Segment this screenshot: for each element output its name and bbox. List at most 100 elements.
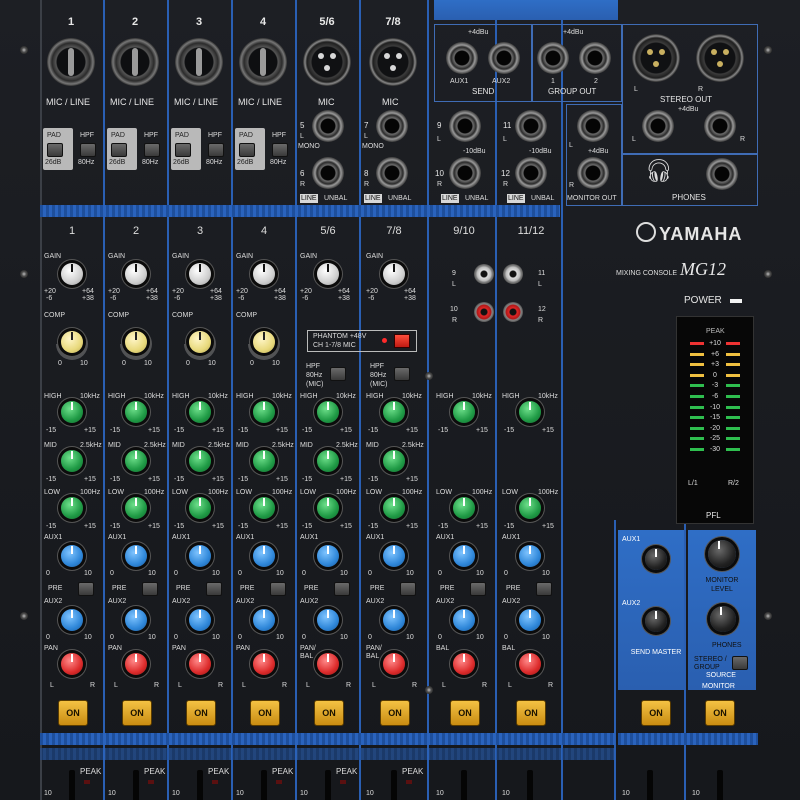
aux1-knob-1[interactable] [61,545,83,567]
low-eq-knob-3[interactable] [189,497,211,519]
aux2-knob-8[interactable] [519,609,541,631]
gain-knob-1[interactable] [61,263,83,285]
fader-slot-6[interactable] [391,770,397,800]
high-eq-knob-2[interactable] [125,401,147,423]
high-eq-knob-5[interactable] [317,401,339,423]
aux1-master-knob[interactable] [645,548,667,570]
phones-jack[interactable] [706,158,738,190]
low-eq-knob-4[interactable] [253,497,275,519]
monitor-level-knob[interactable] [708,540,736,568]
fader-slot-3[interactable] [197,770,203,800]
on-button-3[interactable]: ON [186,700,216,726]
gain-knob-6[interactable] [383,263,405,285]
aux1-knob-2[interactable] [125,545,147,567]
stereo-trs-l-jack[interactable] [642,110,674,142]
pre-button-8[interactable] [536,582,552,596]
combo-jack-2[interactable] [111,38,159,86]
mid-eq-knob-5[interactable] [317,450,339,472]
high-eq-knob-1[interactable] [61,401,83,423]
hpf-button-2[interactable] [144,143,160,157]
aux2-send-jack[interactable] [488,42,520,74]
line-jack-7[interactable] [376,110,408,142]
on-button-6[interactable]: ON [380,700,410,726]
aux1-knob-7[interactable] [453,545,475,567]
pre-button-4[interactable] [270,582,286,596]
aux2-master-knob[interactable] [645,610,667,632]
high-eq-knob-7[interactable] [453,401,475,423]
comp-knob-2[interactable] [125,331,147,353]
mid-eq-knob-3[interactable] [189,450,211,472]
combo-jack-3[interactable] [175,38,223,86]
hpf-button-1[interactable] [80,143,96,157]
on-button-7[interactable]: ON [450,700,480,726]
pan-knob-5[interactable] [317,653,339,675]
pad-button-3[interactable] [175,143,191,157]
hpf-mic-button-5-6[interactable] [330,367,346,381]
pan-knob-1[interactable] [61,653,83,675]
aux2-knob-2[interactable] [125,609,147,631]
pan-knob-7[interactable] [453,653,475,675]
pan-knob-3[interactable] [189,653,211,675]
low-eq-knob-5[interactable] [317,497,339,519]
aux-master-on-button[interactable]: ON [641,700,671,726]
rca-jack-10[interactable] [474,302,494,322]
high-eq-knob-6[interactable] [383,401,405,423]
aux2-knob-4[interactable] [253,609,275,631]
on-button-4[interactable]: ON [250,700,280,726]
line-jack-8[interactable] [376,157,408,189]
mid-eq-knob-4[interactable] [253,450,275,472]
mid-eq-knob-2[interactable] [125,450,147,472]
monitor-out-l-jack[interactable] [577,110,609,142]
low-eq-knob-6[interactable] [383,497,405,519]
line-jack-5[interactable] [312,110,344,142]
pan-knob-2[interactable] [125,653,147,675]
xlr-jack-5-6[interactable] [303,38,351,86]
pad-button-4[interactable] [239,143,255,157]
line-jack-11[interactable] [515,110,547,142]
aux1-knob-4[interactable] [253,545,275,567]
phones-level-knob[interactable] [710,606,736,632]
rca-jack-11[interactable] [503,264,523,284]
stereo-trs-r-jack[interactable] [704,110,736,142]
on-button-5[interactable]: ON [314,700,344,726]
mid-eq-knob-6[interactable] [383,450,405,472]
rca-jack-12[interactable] [503,302,523,322]
aux1-knob-6[interactable] [383,545,405,567]
line-jack-12[interactable] [515,157,547,189]
gain-knob-5[interactable] [317,263,339,285]
pre-button-6[interactable] [400,582,416,596]
stereo-out-l-jack[interactable] [632,34,680,82]
fader-slot-2[interactable] [133,770,139,800]
group-out-1-jack[interactable] [537,42,569,74]
hpf-mic-button-7-8[interactable] [394,367,410,381]
gain-knob-4[interactable] [253,263,275,285]
high-eq-knob-8[interactable] [519,401,541,423]
high-eq-knob-3[interactable] [189,401,211,423]
pan-knob-4[interactable] [253,653,275,675]
aux1-knob-8[interactable] [519,545,541,567]
aux1-knob-3[interactable] [189,545,211,567]
aux2-knob-1[interactable] [61,609,83,631]
line-jack-10[interactable] [449,157,481,189]
fader-slot-4[interactable] [261,770,267,800]
pad-button-2[interactable] [111,143,127,157]
pre-button-2[interactable] [142,582,158,596]
stereo-out-r-jack[interactable] [696,34,744,82]
aux2-knob-7[interactable] [453,609,475,631]
on-button-2[interactable]: ON [122,700,152,726]
fader-slot-1[interactable] [69,770,75,800]
fader-slot-10[interactable] [717,770,723,800]
monitor-on-button[interactable]: ON [705,700,735,726]
pre-button-3[interactable] [206,582,222,596]
gain-knob-2[interactable] [125,263,147,285]
fader-slot-5[interactable] [325,770,331,800]
phantom-button[interactable] [394,334,410,348]
combo-jack-4[interactable] [239,38,287,86]
aux1-knob-5[interactable] [317,545,339,567]
combo-jack-1[interactable] [47,38,95,86]
pre-button-1[interactable] [78,582,94,596]
fader-slot-7[interactable] [461,770,467,800]
mid-eq-knob-1[interactable] [61,450,83,472]
gain-knob-3[interactable] [189,263,211,285]
rca-jack-9[interactable] [474,264,494,284]
